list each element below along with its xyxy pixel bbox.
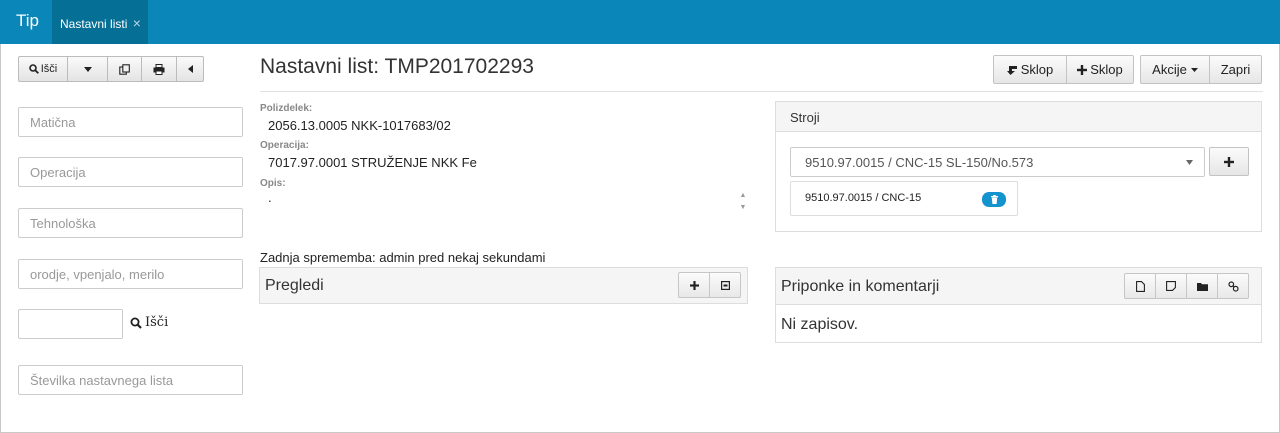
polizdelek-value: 2056.13.0005 NKK-1017683/02 <box>268 118 451 133</box>
operacija-placeholder: Operacija <box>30 165 86 180</box>
last-change: Zadnja sprememba: admin pred nekaj sekun… <box>260 250 546 265</box>
pregledi-title: Pregledi <box>265 277 324 294</box>
opis-textarea[interactable]: . ▲ ▼ <box>262 190 750 216</box>
opis-value: . <box>268 190 272 205</box>
plus-icon <box>1224 156 1234 167</box>
copy-button[interactable] <box>107 56 142 82</box>
new-note-button[interactable] <box>1155 273 1187 299</box>
caret-down-icon <box>83 66 92 72</box>
caret-left-icon <box>187 65 193 73</box>
collapse-icon <box>720 280 730 290</box>
tehnoloska-field[interactable]: Tehnološka <box>18 208 243 238</box>
priponke-title: Priponke in komentarji <box>781 278 940 295</box>
stroj-chip-label: 9510.97.0015 / CNC-15 <box>805 192 922 204</box>
scroll-arrows[interactable]: ▲ ▼ <box>738 190 748 216</box>
opis-label: Opis: <box>260 178 286 189</box>
note-icon <box>1166 281 1176 291</box>
zapri-label: Zapri <box>1220 62 1251 77</box>
operacija-label: Operacija: <box>260 140 309 151</box>
copy-icon <box>119 63 130 75</box>
plus-icon <box>689 280 699 290</box>
print-icon <box>153 63 165 75</box>
plus-icon <box>1077 64 1088 75</box>
orodje-field[interactable]: orodje, vpenjalo, merilo <box>18 259 243 289</box>
top-navbar: Tip Nastavni listi × <box>0 0 1280 44</box>
filter-search-button[interactable]: Išči <box>130 315 168 330</box>
folder-icon <box>1196 282 1208 291</box>
add-pregled-button[interactable] <box>678 272 710 298</box>
filter-search-label: Išči <box>145 315 169 330</box>
link-icon <box>1227 280 1239 292</box>
akcije-label: Akcije <box>1152 62 1187 77</box>
priponke-panel-header: Priponke in komentarji <box>776 268 1261 305</box>
tab-nastavni-listi[interactable]: Nastavni listi × <box>52 0 148 44</box>
stroj-select-value: 9510.97.0015 / CNC-15 SL-150/No.573 <box>805 155 1034 170</box>
collapse-pregledi-button[interactable] <box>709 272 741 298</box>
stroj-chip: 9510.97.0015 / CNC-15 <box>790 181 1018 216</box>
caret-down-icon <box>1186 160 1193 165</box>
zapri-button[interactable]: Zapri <box>1209 55 1262 84</box>
stroji-panel: Stroji 9510.97.0015 / CNC-15 SL-150/No.5… <box>775 101 1262 232</box>
close-icon[interactable]: × <box>133 15 141 31</box>
pregledi-panel-header: Pregledi <box>260 268 747 303</box>
stevilka-placeholder: Številka nastavnega lista <box>30 373 174 388</box>
sklop-add-button[interactable]: Sklop <box>1066 55 1134 84</box>
link-button[interactable] <box>1217 273 1249 299</box>
arrow-down-right-icon <box>1006 66 1017 75</box>
search-icon <box>130 317 142 329</box>
operacija-field[interactable]: Operacija <box>18 157 243 187</box>
akcije-dropdown[interactable]: Akcije <box>1140 55 1210 84</box>
sklop-add-label: Sklop <box>1090 62 1123 77</box>
delete-stroj-button[interactable] <box>982 192 1006 207</box>
trash-icon <box>990 195 998 204</box>
search-button-label: Išči <box>40 63 58 75</box>
small-search-field[interactable] <box>18 309 123 339</box>
dropdown-button[interactable] <box>67 56 108 82</box>
stroji-panel-header: Stroji <box>776 102 1261 132</box>
stroj-select[interactable]: 9510.97.0015 / CNC-15 SL-150/No.573 <box>790 147 1205 177</box>
tab-label: Nastavni listi <box>60 17 128 31</box>
caret-down-icon <box>1190 67 1198 72</box>
tehnoloska-placeholder: Tehnološka <box>30 216 96 231</box>
title-divider <box>260 91 1263 92</box>
brand[interactable]: Tip <box>16 11 39 31</box>
priponke-panel: Priponke in komentarji Ni zapisov. <box>775 267 1262 343</box>
empty-state-text: Ni zapisov. <box>781 316 859 333</box>
operacija-value: 7017.97.0001 STRUŽENJE NKK Fe <box>268 155 477 170</box>
add-stroj-button[interactable] <box>1209 147 1249 176</box>
print-button[interactable] <box>141 56 177 82</box>
pregledi-panel: Pregledi <box>259 267 748 304</box>
sklop-down-button[interactable]: Sklop <box>993 55 1067 84</box>
folder-button[interactable] <box>1186 273 1218 299</box>
stevilka-field[interactable]: Številka nastavnega lista <box>18 365 243 395</box>
sklop-down-label: Sklop <box>1020 62 1054 77</box>
polizdelek-label: Polizdelek: <box>260 103 313 114</box>
maticna-placeholder: Matična <box>30 115 76 130</box>
page-title: Nastavni list: TMP201702293 <box>260 55 534 78</box>
new-file-button[interactable] <box>1124 273 1156 299</box>
orodje-placeholder: orodje, vpenjalo, merilo <box>30 267 165 282</box>
file-icon <box>1135 280 1145 292</box>
collapse-button[interactable] <box>176 56 204 82</box>
search-button[interactable]: Išči <box>18 56 68 82</box>
maticna-field[interactable]: Matična <box>18 107 243 137</box>
stroji-title: Stroji <box>790 110 820 125</box>
search-icon <box>28 64 39 74</box>
